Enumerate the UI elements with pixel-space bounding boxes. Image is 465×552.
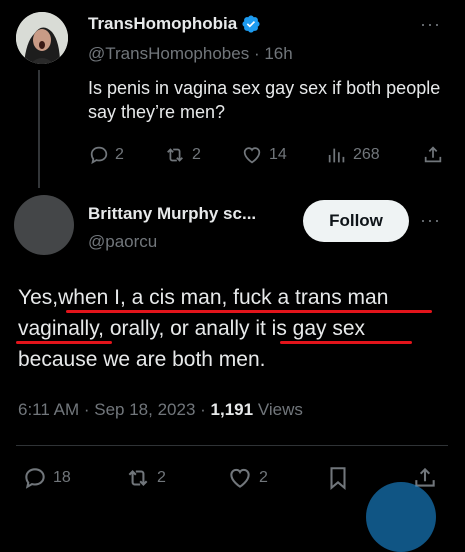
highlight-underline (280, 341, 412, 344)
reply-author-display-name[interactable]: Brittany Murphy sc... (88, 204, 256, 224)
like-button[interactable]: 2 (226, 465, 268, 491)
heart-icon (243, 147, 261, 164)
share-icon (424, 146, 442, 163)
highlight-underline (16, 341, 112, 344)
views-chart-icon (328, 148, 345, 163)
reply-tweet-text: Yes,when I, a cis man, fuck a trans man … (18, 282, 458, 375)
compose-fab-button[interactable] (366, 482, 436, 552)
tweet-time[interactable]: 16h (264, 44, 292, 63)
reply-count: 2 (115, 146, 124, 163)
retweet-icon (128, 470, 148, 486)
reply-author-handle[interactable]: @paorcu (88, 232, 157, 252)
reply-text-line: Yes,when I, a cis man, fuck a trans man (18, 286, 389, 309)
retweet-count: 2 (192, 146, 201, 163)
reply-button[interactable]: 18 (22, 465, 71, 491)
retweet-button[interactable]: 2 (124, 465, 166, 491)
heart-icon (230, 468, 250, 488)
bookmark-button[interactable] (325, 465, 356, 491)
author-handle[interactable]: @TransHomophobes (88, 44, 249, 63)
share-button[interactable] (422, 144, 449, 166)
views-count: 1,191 (210, 400, 254, 419)
reply-text-line: vaginally, orally, or anally it is gay s… (18, 317, 366, 340)
reply-avatar[interactable] (14, 195, 74, 255)
thread-connector-line (38, 70, 40, 188)
tweet-text: Is penis in vagina sex gay sex if both p… (88, 78, 441, 122)
tweet-date[interactable]: Sep 18, 2023 (94, 400, 195, 419)
retweet-icon (167, 148, 183, 162)
verified-badge-icon[interactable] (241, 14, 261, 34)
retweet-button[interactable]: 2 (163, 144, 201, 166)
avatar-photo (16, 12, 68, 64)
author-display-name[interactable]: TransHomophobia (88, 14, 237, 34)
like-count: 14 (269, 146, 287, 163)
reply-count: 18 (53, 469, 71, 486)
tweet-metadata: 6:11 AM · Sep 18, 2023 · 1,191 Views (18, 400, 303, 419)
bookmark-icon (330, 467, 346, 490)
views-button[interactable]: 268 (326, 144, 380, 166)
like-button[interactable]: 14 (240, 144, 287, 166)
reply-icon (90, 146, 108, 165)
separator-dot: · (253, 44, 260, 63)
like-count: 2 (259, 469, 268, 486)
avatar[interactable] (16, 12, 68, 64)
highlight-underline (66, 310, 432, 313)
view-count: 268 (353, 146, 380, 163)
reply-icon (25, 468, 45, 489)
divider (16, 445, 448, 446)
follow-button[interactable]: Follow (303, 200, 409, 242)
tweet-timestamp[interactable]: 6:11 AM (18, 400, 79, 419)
views-label: Views (257, 400, 303, 419)
reply-more-options-icon[interactable]: ··· (420, 210, 441, 231)
more-options-icon[interactable]: ··· (420, 14, 441, 35)
tweet-action-bar: 2 2 14 268 (88, 144, 448, 168)
reply-text-line: because we are both men. (18, 348, 266, 371)
retweet-count: 2 (157, 469, 166, 486)
reply-button[interactable]: 2 (88, 144, 124, 166)
